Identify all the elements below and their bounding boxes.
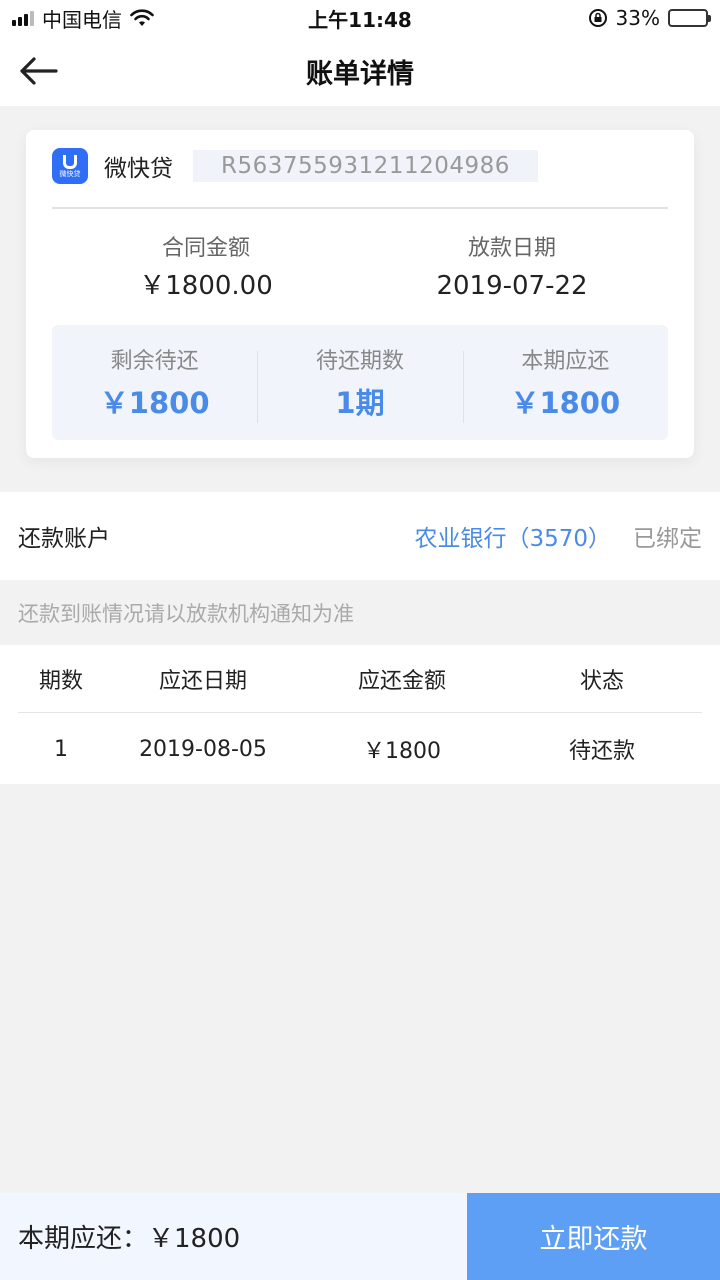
summary-section: 微快贷 微快贷 R563755931211204986 合同金额 ￥1800.0… bbox=[0, 106, 720, 492]
bill-detail-page: 中国电信 上午11:48 33% 账单详情 微快贷 微快贷 R563755931… bbox=[0, 0, 720, 1280]
logo-text: 微快贷 bbox=[59, 169, 81, 178]
cell-due-amount: ￥1800 bbox=[363, 739, 441, 764]
header-period: 期数 bbox=[38, 668, 83, 694]
account-info: 农业银行（3570） 已绑定 bbox=[414, 519, 702, 553]
stat-value: 1期 bbox=[335, 386, 385, 420]
cell-period: 1 bbox=[54, 736, 68, 762]
contract-amount-label: 合同金额 bbox=[161, 236, 250, 261]
lender-logo-icon: 微快贷 bbox=[52, 148, 88, 184]
bottom-action-bar: 本期应还：￥1800 立即还款 bbox=[0, 1193, 720, 1280]
cellular-signal-icon bbox=[12, 10, 34, 26]
table-header: 期数 应还日期 应还金额 状态 bbox=[18, 645, 702, 713]
table-row: 1 2019-08-05 ￥1800 待还款 bbox=[18, 714, 702, 784]
disbursement-date-block: 放款日期 2019-07-22 bbox=[392, 234, 632, 304]
stat-value: ￥1800 bbox=[510, 386, 621, 420]
card-divider bbox=[52, 207, 668, 209]
header-due-date: 应还日期 bbox=[158, 668, 247, 694]
repayment-notice: 还款到账情况请以放款机构通知为准 bbox=[18, 601, 354, 626]
nav-bar: 账单详情 bbox=[0, 36, 720, 106]
stat-value: ￥1800 bbox=[99, 386, 210, 420]
repayment-schedule-table: 期数 应还日期 应还金额 状态 1 2019-08-05 ￥1800 待还款 bbox=[0, 645, 720, 784]
back-button[interactable] bbox=[12, 48, 64, 94]
arrow-left-icon bbox=[20, 57, 58, 85]
battery-icon bbox=[668, 9, 711, 27]
stat-current-due: 本期应还 ￥1800 bbox=[462, 325, 668, 440]
bind-status: 已绑定 bbox=[633, 526, 702, 552]
carrier-name: 中国电信 bbox=[42, 7, 122, 32]
contract-amount-block: 合同金额 ￥1800.00 bbox=[86, 234, 326, 304]
lender-name: 微快贷 bbox=[104, 156, 173, 182]
stat-remaining: 剩余待还 ￥1800 bbox=[52, 325, 257, 440]
cell-due-date: 2019-08-05 bbox=[139, 736, 267, 762]
status-bar-right: 33% bbox=[588, 6, 711, 30]
rotation-lock-icon bbox=[588, 9, 607, 27]
repayment-account-row[interactable]: 还款账户 农业银行（3570） 已绑定 bbox=[0, 492, 720, 580]
lender-row: 微快贷 微快贷 R563755931211204986 bbox=[52, 146, 538, 186]
status-bar: 中国电信 上午11:48 33% bbox=[0, 0, 720, 36]
bank-account-link[interactable]: 农业银行（3570） bbox=[414, 519, 611, 553]
pay-now-button[interactable]: 立即还款 bbox=[467, 1193, 720, 1280]
repayment-stats: 剩余待还 ￥1800 待还期数 1期 本期应还 ￥1800 bbox=[52, 325, 668, 440]
stat-label: 本期应还 bbox=[521, 349, 610, 374]
contract-amount-value: ￥1800.00 bbox=[139, 271, 273, 301]
status-bar-left: 中国电信 bbox=[12, 4, 154, 33]
page-title: 账单详情 bbox=[306, 58, 414, 90]
header-due-amount: 应还金额 bbox=[357, 668, 446, 694]
loan-number: R563755931211204986 bbox=[193, 150, 538, 182]
stat-periods: 待还期数 1期 bbox=[257, 325, 462, 440]
battery-percent: 33% bbox=[615, 6, 660, 30]
stat-label: 剩余待还 bbox=[110, 349, 199, 374]
header-status: 状态 bbox=[579, 668, 624, 694]
disbursement-date-value: 2019-07-22 bbox=[436, 271, 588, 301]
stat-label: 待还期数 bbox=[315, 349, 404, 374]
repayment-account-label: 还款账户 bbox=[18, 526, 110, 552]
logo-shape bbox=[63, 154, 77, 169]
cell-status: 待还款 bbox=[568, 739, 635, 764]
current-due-amount: 本期应还：￥1800 bbox=[0, 1193, 467, 1280]
disbursement-date-label: 放款日期 bbox=[467, 236, 556, 261]
loan-summary-card: 微快贷 微快贷 R563755931211204986 合同金额 ￥1800.0… bbox=[26, 130, 694, 458]
wifi-icon bbox=[130, 9, 154, 26]
